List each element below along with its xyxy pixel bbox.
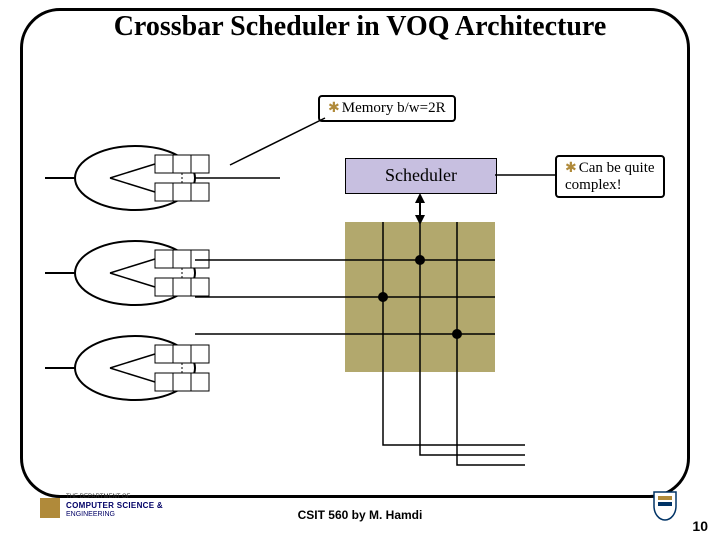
crossbar-fabric — [345, 222, 495, 372]
logo-mark-icon — [40, 498, 60, 518]
memory-callout: ✱Memory b/w=2R — [318, 95, 456, 122]
complex-callout: ✱Can be quite complex! — [555, 155, 665, 198]
memory-text: Memory b/w=2R — [342, 100, 446, 116]
dept-line2: COMPUTER SCIENCE & — [66, 501, 163, 510]
complex-text-2: complex! — [565, 177, 622, 193]
scheduler-box: Scheduler — [345, 158, 497, 194]
dept-line3: ENGINEERING — [66, 511, 115, 518]
bullet-icon: ✱ — [565, 161, 577, 176]
dept-line1: THE DEPARTMENT OF — [66, 494, 130, 500]
bullet-icon: ✱ — [328, 101, 340, 116]
complex-text-1: Can be quite — [579, 160, 655, 176]
slide-title: Crossbar Scheduler in VOQ Architecture — [0, 12, 720, 43]
page-number: 10 — [692, 518, 708, 534]
university-crest-icon — [650, 490, 680, 525]
dept-logo: THE DEPARTMENT OF COMPUTER SCIENCE & ENG… — [40, 494, 220, 522]
